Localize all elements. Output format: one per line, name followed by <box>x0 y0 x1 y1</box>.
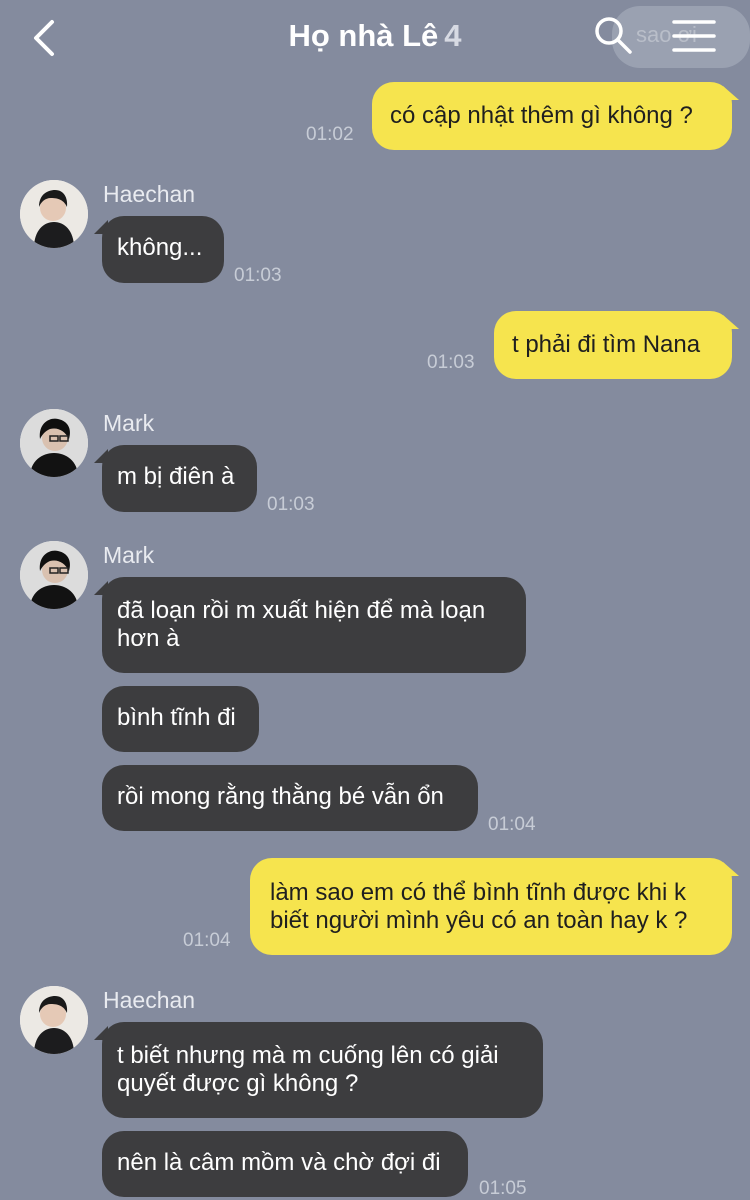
avatar-mark[interactable] <box>20 409 88 477</box>
sender-name: Mark <box>103 410 155 436</box>
sender-name: Haechan <box>103 987 196 1013</box>
message-text: làm sao em có thể bình tĩnh được khi k b… <box>270 879 688 934</box>
avatar-photo <box>20 409 88 477</box>
incoming-message[interactable]: đã loạn rồi m xuất hiện để mà loạn hơn à <box>102 577 526 673</box>
outgoing-message[interactable]: t phải đi tìm Nana <box>494 311 732 379</box>
bubble-tail <box>723 862 739 876</box>
message-time: 01:05 <box>479 1178 527 1199</box>
message-text: nên là câm mồm và chờ đợi đi <box>117 1149 441 1176</box>
incoming-message[interactable]: nên là câm mồm và chờ đợi đi <box>102 1131 468 1197</box>
message-text: đã loạn rồi m xuất hiện để mà loạn hơn à <box>117 597 486 652</box>
avatar-mark[interactable] <box>20 541 88 609</box>
avatar-photo <box>20 180 88 248</box>
chat-name: Họ nhà Lê <box>288 18 439 53</box>
message-text: rồi mong rằng thằng bé vẫn ổn <box>117 783 444 810</box>
message-time: 01:04 <box>183 930 231 951</box>
message-text: m bị điên à <box>117 463 235 490</box>
outgoing-message[interactable]: làm sao em có thể bình tĩnh được khi k b… <box>250 858 732 955</box>
menu-icon[interactable] <box>672 18 716 54</box>
bubble-tail <box>723 315 739 329</box>
message-text: t phải đi tìm Nana <box>512 331 701 358</box>
message-time: 01:03 <box>267 494 315 515</box>
message-text: không... <box>117 234 203 261</box>
incoming-message[interactable]: t biết nhưng mà m cuống lên có giải quyế… <box>102 1022 543 1118</box>
avatar-haechan[interactable] <box>20 986 88 1054</box>
message-time: 01:03 <box>427 352 475 373</box>
search-icon[interactable] <box>592 14 634 56</box>
avatar-photo <box>20 986 88 1054</box>
incoming-message[interactable]: m bị điên à <box>102 445 257 512</box>
message-time: 01:03 <box>234 265 282 286</box>
message-text: t biết nhưng mà m cuống lên có giải quyế… <box>117 1042 499 1097</box>
avatar-photo <box>20 541 88 609</box>
outgoing-message[interactable]: có cập nhật thêm gì không ? <box>372 82 732 150</box>
incoming-message[interactable]: không... <box>102 216 224 283</box>
message-text: bình tĩnh đi <box>117 704 236 731</box>
sender-name: Haechan <box>103 181 196 207</box>
avatar-haechan[interactable] <box>20 180 88 248</box>
incoming-message[interactable]: rồi mong rằng thằng bé vẫn ổn <box>102 765 478 831</box>
message-time: 01:04 <box>488 814 536 835</box>
chat-header: sao ơi Họ nhà Lê 4 <box>0 0 750 75</box>
sender-name: Mark <box>103 542 155 568</box>
incoming-message[interactable]: bình tĩnh đi <box>102 686 259 752</box>
message-time: 01:02 <box>306 124 354 145</box>
message-text: có cập nhật thêm gì không ? <box>390 102 693 129</box>
chat-title: Họ nhà Lê 4 <box>0 14 750 58</box>
bubble-tail <box>723 86 739 100</box>
member-count: 4 <box>444 18 462 53</box>
